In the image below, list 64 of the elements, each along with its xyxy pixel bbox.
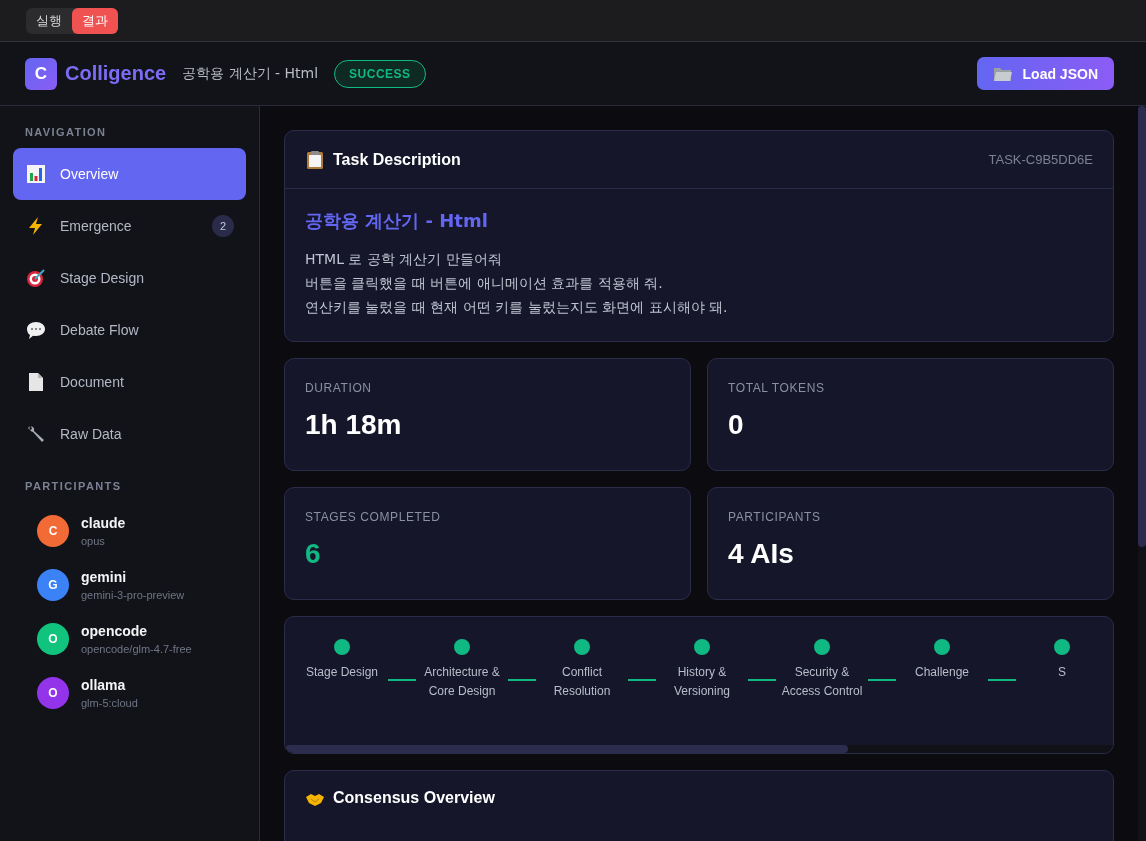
folder-icon <box>992 65 1013 82</box>
nav-item[interactable]: Overview <box>13 148 246 200</box>
participant-name: gemini <box>81 569 128 585</box>
nav-label: Emergence <box>60 218 133 234</box>
nav-label: Stage Design <box>60 270 146 286</box>
participant-name: claude <box>81 515 126 531</box>
participant-name: opencode <box>81 623 149 639</box>
nav-label: Overview <box>60 166 120 182</box>
status-badge: SUCCESS <box>334 59 426 88</box>
participant-model: gemini-3-pro-preview <box>81 589 185 601</box>
task-text-line: 연산키를 눌렀을 때 현재 어떤 키를 눌렀는지도 화면에 표시해야 돼. <box>305 299 728 317</box>
target-icon <box>26 268 46 288</box>
nav-label: Raw Data <box>60 426 123 442</box>
stat-label: TOTAL TOKENS <box>728 381 825 395</box>
participant-model: opus <box>81 535 106 547</box>
nav-item[interactable]: Emergence 2 <box>13 200 246 252</box>
task-text-line: 버튼을 클릭했을 때 버튼에 애니메이션 효과를 적용해 줘. <box>305 275 663 293</box>
stat-value: 6 <box>305 538 321 570</box>
stage-label: Challenge <box>914 664 969 681</box>
stat-label: DURATION <box>305 381 372 395</box>
nav-item[interactable]: Stage Design <box>13 252 246 304</box>
card-title: Consensus Overview <box>333 789 495 807</box>
stage-label: Stage Design <box>305 664 378 681</box>
load-json-button[interactable]: Load JSON <box>976 57 1114 90</box>
participant-model: opencode/glm-4.7-free <box>81 643 192 655</box>
section-title: PARTICIPANTS <box>24 480 122 492</box>
stage-label: Architecture & Core Design <box>423 664 501 700</box>
task-title: 공학용 계산기 - Html <box>182 64 319 83</box>
nav-label: Debate Flow <box>60 322 140 338</box>
card-title: Task Description <box>333 150 461 169</box>
nav-item[interactable]: Debate Flow <box>13 304 246 356</box>
avatar: O <box>37 677 69 709</box>
stat-value: 0 <box>728 409 744 441</box>
speech-bubble-icon <box>26 320 46 340</box>
mode-tab[interactable]: 실행 <box>26 7 72 34</box>
avatar: G <box>37 569 69 601</box>
avatar: O <box>37 623 69 655</box>
bar-chart-icon <box>26 164 46 184</box>
participant-model: glm-5:cloud <box>81 697 138 709</box>
stage-label: Security & Access Control <box>780 664 864 700</box>
count-badge: 2 <box>212 215 234 237</box>
stage-label: S <box>1058 664 1066 681</box>
stat-label: PARTICIPANTS <box>728 510 821 524</box>
app-name: Colligence <box>65 62 167 85</box>
task-id: TASK-C9B5DD6E <box>988 152 1093 167</box>
participant-name: ollama <box>81 677 127 693</box>
stat-label: STAGES COMPLETED <box>305 510 441 524</box>
stat-value: 1h 18m <box>305 409 402 441</box>
scrollbar-thumb[interactable] <box>1138 106 1146 547</box>
document-icon <box>26 372 46 392</box>
nav-item[interactable]: Document <box>13 356 246 408</box>
wrench-icon <box>26 424 46 444</box>
stat-value: 4 AIs <box>728 538 794 570</box>
scrollbar-thumb[interactable] <box>285 745 849 753</box>
nav-item[interactable]: Raw Data <box>13 408 246 460</box>
task-heading: 공학용 계산기 - Html <box>305 209 488 233</box>
task-text-line: HTML 로 공학 계산기 만들어줘 <box>305 251 502 269</box>
avatar: C <box>37 515 69 547</box>
nav-label: Document <box>60 374 125 390</box>
stage-label: Conflict Resolution <box>552 664 612 700</box>
section-title: NAVIGATION <box>24 126 107 138</box>
logo-icon: C <box>25 57 57 90</box>
stage-label: History & Versioning <box>672 664 731 700</box>
clipboard-icon <box>305 149 325 170</box>
